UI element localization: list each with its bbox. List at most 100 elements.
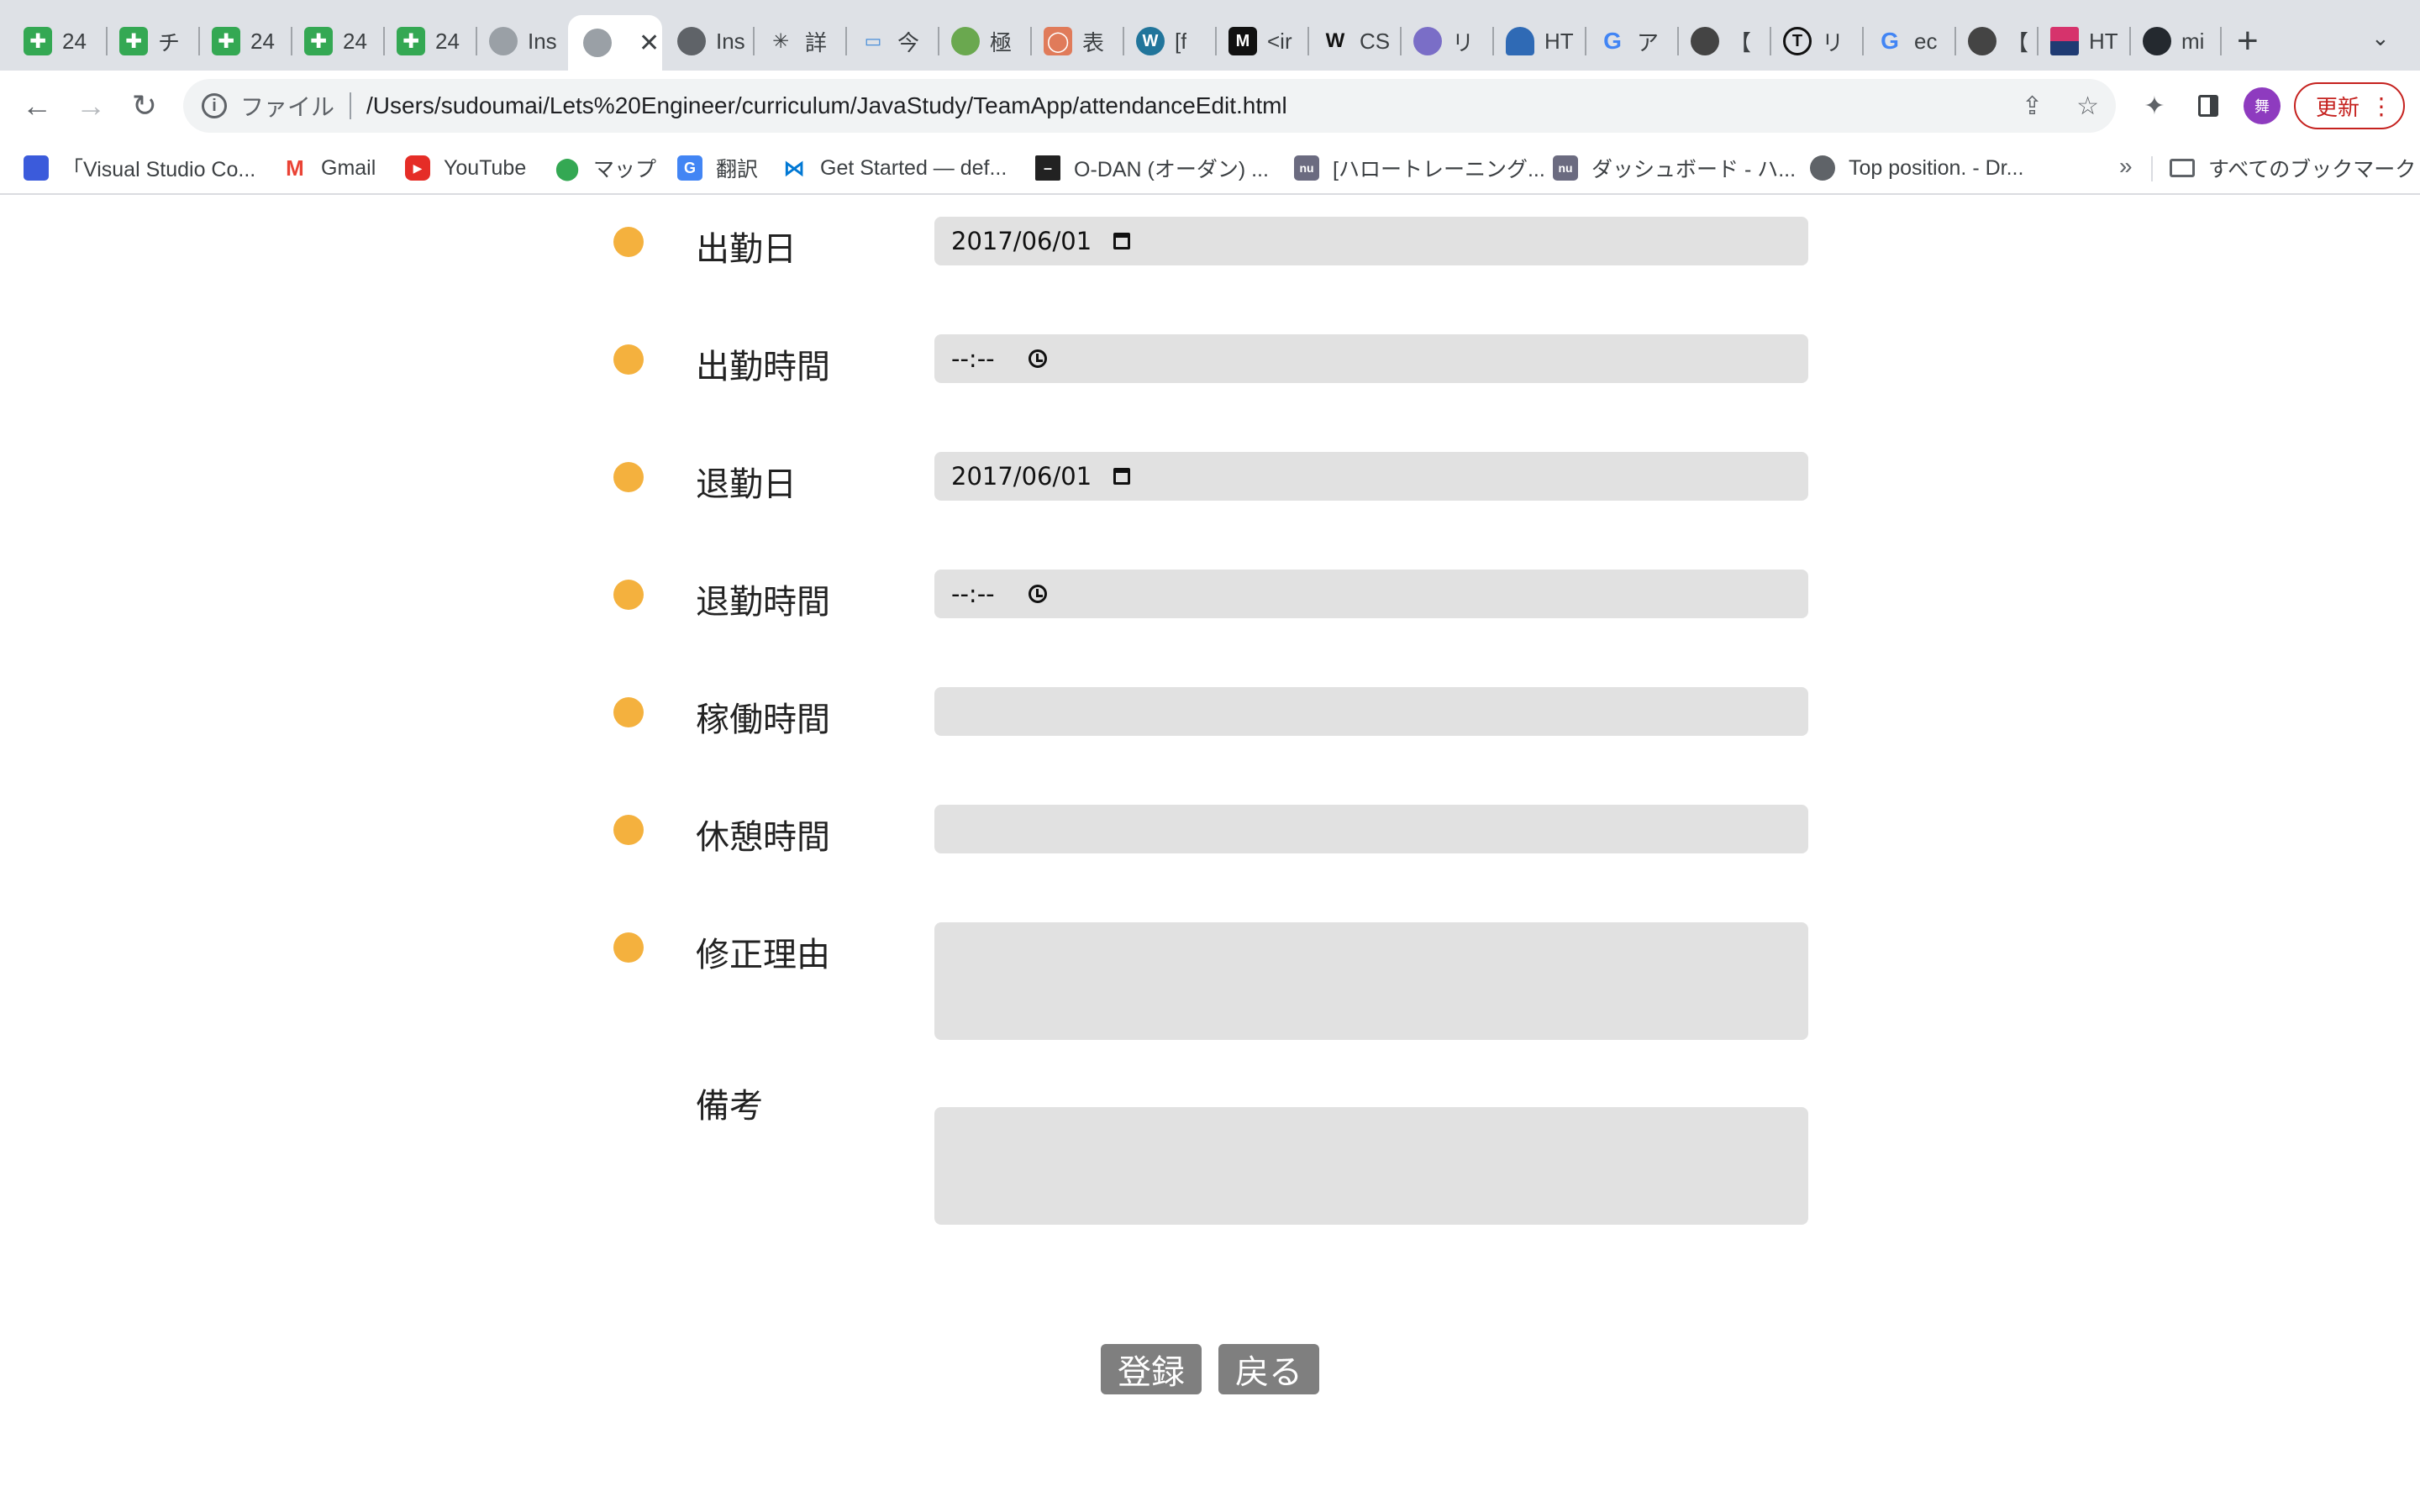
tab-14[interactable]: M <ir xyxy=(1217,15,1304,67)
t-circle-icon: T xyxy=(1783,27,1812,55)
doc-icon: ▭ xyxy=(864,30,882,51)
vscode-icon: ⋈ xyxy=(783,155,805,181)
break-time-input[interactable] xyxy=(934,805,1808,853)
tab-4[interactable]: ✚ 24 xyxy=(292,15,380,67)
correction-reason-textarea[interactable] xyxy=(934,922,1808,1040)
tab-2[interactable]: ✚ チ xyxy=(108,15,195,67)
tab-15[interactable]: W CS xyxy=(1309,15,1397,67)
bookmark-item[interactable]: 「Visual Studio Co... xyxy=(24,150,255,186)
address-actions: ⇪ ☆ xyxy=(2022,79,2099,133)
gmail-icon: M xyxy=(286,155,304,181)
tab-3[interactable]: ✚ 24 xyxy=(200,15,287,67)
bookmark-item[interactable]: Top position. - Dr... xyxy=(1810,150,2023,186)
leave-time-input[interactable]: --:-- xyxy=(934,570,1808,618)
bookmark-item[interactable]: nu [ハロートレーニング... xyxy=(1294,150,1545,186)
leave-date-input[interactable]: 2017/06/01 xyxy=(934,452,1808,501)
tab-title: Ins xyxy=(528,28,557,54)
profile-avatar[interactable]: 舞 xyxy=(2242,82,2282,129)
bookmark-item[interactable]: – O-DAN (オーダン) ... xyxy=(1035,150,1269,186)
working-hours-input[interactable] xyxy=(934,687,1808,736)
tab-10[interactable]: ▭ 今 xyxy=(847,15,934,67)
tab-16[interactable]: リ xyxy=(1402,15,1489,67)
calendar-icon[interactable] xyxy=(1113,233,1131,249)
tab-title: 詳 xyxy=(805,29,828,55)
tab-20[interactable]: T リ xyxy=(1771,15,1859,67)
leave-time-value: --:-- xyxy=(951,580,995,608)
clock-icon[interactable] xyxy=(1028,585,1047,603)
tab-search-chevron-icon[interactable]: ⌄ xyxy=(2371,25,2390,51)
bookmark-label: マップ xyxy=(593,158,657,181)
tab-title: HT xyxy=(1544,28,1574,54)
tab-9[interactable]: ✳ 詳 xyxy=(755,15,842,67)
tab-22[interactable]: 【 xyxy=(1956,15,2033,67)
info-icon[interactable]: i xyxy=(202,93,227,118)
all-bookmarks[interactable]: すべてのブックマーク xyxy=(2170,150,2416,186)
tab-8[interactable]: Ins xyxy=(666,15,750,67)
close-tab-icon[interactable]: ✕ xyxy=(639,29,660,58)
tab-active[interactable]: ✕ xyxy=(568,15,662,71)
maps-icon: ⬤ xyxy=(555,155,580,181)
tab-17[interactable]: HT xyxy=(1494,15,1581,67)
bookmark-item[interactable]: G 翻訳 xyxy=(677,150,758,186)
work-date-input[interactable]: 2017/06/01 xyxy=(934,217,1808,265)
bookmark-label: Gmail xyxy=(321,155,376,180)
tab-13[interactable]: W [f xyxy=(1124,15,1212,67)
tab-19[interactable]: 【 xyxy=(1679,15,1766,67)
bookmark-label: ダッシュボード - ハ... xyxy=(1591,158,1797,181)
bookmark-item[interactable]: ⋈ Get Started — def... xyxy=(781,150,1007,186)
vscode-doc-icon xyxy=(24,155,49,181)
ring-icon: ◯ xyxy=(1044,27,1072,55)
required-dot xyxy=(613,932,644,963)
calendar-icon[interactable] xyxy=(1113,468,1131,485)
tab-11[interactable]: 極 xyxy=(939,15,1027,67)
tab-6[interactable]: Ins xyxy=(477,15,561,67)
sheets-icon: ✚ xyxy=(119,27,148,55)
tab-title: 24 xyxy=(343,28,367,54)
bookmark-item[interactable]: ⬤ マップ xyxy=(555,150,656,186)
tab-1[interactable]: ✚ 24 xyxy=(12,15,104,67)
address-divider xyxy=(350,92,352,119)
required-dot xyxy=(613,697,644,727)
bookmark-item[interactable]: ▶ YouTube xyxy=(405,150,526,186)
tab-21[interactable]: G ec xyxy=(1864,15,1951,67)
update-button[interactable]: 更新 ⋮ xyxy=(2294,82,2405,129)
tab-title: Ins xyxy=(716,28,745,54)
bookmarks-overflow-chevron[interactable]: » xyxy=(2119,153,2133,180)
wordpress-icon: W xyxy=(1136,27,1165,55)
tab-title: リ xyxy=(1452,29,1475,55)
work-start-time-input[interactable]: --:-- xyxy=(934,334,1808,383)
side-panel-icon[interactable] xyxy=(2191,82,2225,129)
tab-23[interactable]: HT xyxy=(2039,15,2126,67)
reload-icon[interactable]: ↻ xyxy=(121,82,168,129)
share-icon[interactable]: ⇪ xyxy=(2022,92,2043,121)
globe-icon xyxy=(677,27,706,55)
new-tab-button[interactable]: + xyxy=(2237,20,2259,62)
field-label-leave-date: 退勤日 xyxy=(696,466,797,503)
address-bar[interactable]: i ファイル /Users/sudoumai/Lets%20Engineer/c… xyxy=(183,79,2116,133)
translate-icon: G xyxy=(677,155,702,181)
bookmark-star-icon[interactable]: ☆ xyxy=(2076,92,2099,121)
back-button[interactable]: 戻る xyxy=(1218,1344,1319,1394)
bookmark-item[interactable]: M Gmail xyxy=(282,150,376,186)
bookmark-item[interactable]: nu ダッシュボード - ハ... xyxy=(1553,150,1796,186)
tab-5[interactable]: ✚ 24 xyxy=(385,15,472,67)
bookmark-label: 「Visual Studio Co... xyxy=(62,158,256,181)
back-icon[interactable]: ← xyxy=(13,82,60,129)
globe-icon xyxy=(489,27,518,55)
tab-18[interactable]: G ア xyxy=(1586,15,1674,67)
asterisk-icon: ✳ xyxy=(771,29,790,53)
extensions-puzzle-icon[interactable]: ✦ xyxy=(2138,82,2171,129)
folder-icon xyxy=(2170,159,2195,177)
register-button[interactable]: 登録 xyxy=(1101,1344,1202,1394)
required-dot xyxy=(613,344,644,375)
tab-title: mi xyxy=(2181,28,2205,54)
m-logo-icon: M xyxy=(1228,27,1257,55)
more-menu-icon[interactable]: ⋮ xyxy=(2370,92,2393,120)
sheets-icon: ✚ xyxy=(397,27,425,55)
remarks-textarea[interactable] xyxy=(934,1107,1808,1225)
clock-icon[interactable] xyxy=(1028,349,1047,368)
tab-12[interactable]: ◯ 表 xyxy=(1032,15,1119,67)
tab-24[interactable]: mi xyxy=(2131,15,2218,67)
forward-icon[interactable]: → xyxy=(67,82,114,129)
address-url[interactable]: /Users/sudoumai/Lets%20Engineer/curricul… xyxy=(366,92,1287,119)
